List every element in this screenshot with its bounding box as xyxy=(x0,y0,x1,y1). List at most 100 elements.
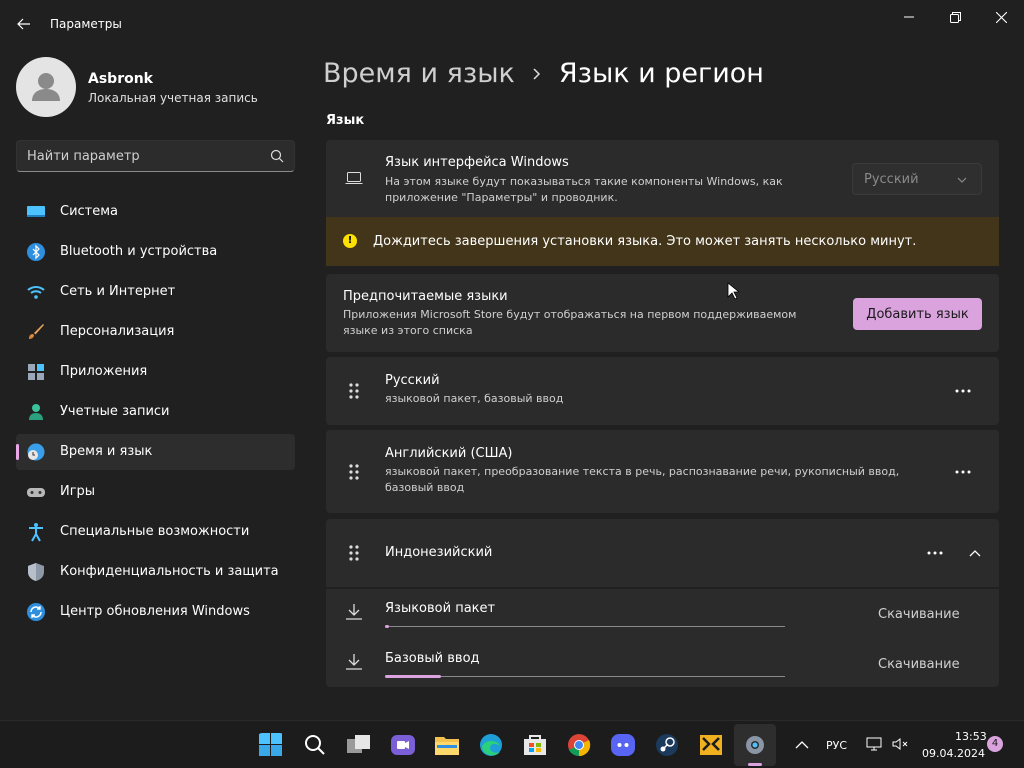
input-language-indicator[interactable]: РУС xyxy=(826,739,847,752)
drag-handle-icon[interactable] xyxy=(348,463,360,481)
download-panel: Языковой пакет Скачивание Базовый ввод С… xyxy=(326,589,999,687)
sidebar-item-gaming[interactable]: Игры xyxy=(16,474,295,510)
more-options-icon[interactable] xyxy=(927,551,943,555)
store-icon[interactable] xyxy=(522,733,548,757)
network-icon[interactable] xyxy=(866,737,882,751)
accessibility-icon xyxy=(29,523,43,542)
sidebar-item-personalization[interactable]: Персонализация xyxy=(16,314,295,350)
search-input[interactable]: Найти параметр xyxy=(16,140,295,172)
language-features: языковой пакет, преобразование текста в … xyxy=(385,465,900,494)
close-icon xyxy=(995,11,1007,23)
apps-icon xyxy=(28,364,44,380)
display-language-card: Язык интерфейса Windows На этом языке бу… xyxy=(326,140,999,217)
preferred-languages-card: Предпочитаемые языки Приложения Microsof… xyxy=(326,274,999,352)
chat-icon[interactable] xyxy=(390,733,416,757)
back-button[interactable] xyxy=(12,12,36,36)
volume-muted-icon[interactable] xyxy=(892,737,908,751)
discord-icon[interactable] xyxy=(610,733,636,757)
drag-handle-icon[interactable] xyxy=(348,544,360,562)
download-icon xyxy=(346,654,362,670)
language-name: Английский (США) xyxy=(385,446,513,461)
chrome-icon[interactable] xyxy=(566,733,592,757)
drag-handle-icon[interactable] xyxy=(348,382,360,400)
minimize-button[interactable] xyxy=(886,6,932,28)
sidebar-item-label: Специальные возможности xyxy=(60,524,250,539)
display-language-dropdown[interactable]: Русский xyxy=(852,163,982,195)
laptop-icon xyxy=(345,172,363,184)
avatar[interactable] xyxy=(16,57,76,117)
chevron-right-icon xyxy=(533,67,540,80)
add-language-button[interactable]: Добавить язык xyxy=(853,298,982,330)
shield-icon xyxy=(28,563,44,581)
person-icon xyxy=(29,404,43,420)
language-features: языковой пакет, базовый ввод xyxy=(385,392,564,405)
sidebar-item-network[interactable]: Сеть и Интернет xyxy=(16,274,295,310)
sidebar-item-label: Приложения xyxy=(60,364,148,379)
sidebar-item-windows-update[interactable]: Центр обновления Windows xyxy=(16,594,295,630)
back-arrow-icon xyxy=(17,18,30,30)
sidebar-nav: Система Bluetooth и устройства Сеть и Ин… xyxy=(16,194,295,634)
sidebar-item-bluetooth[interactable]: Bluetooth и устройства xyxy=(16,234,295,270)
language-item-indonesian[interactable]: Индонезийский xyxy=(326,519,999,587)
user-name: Asbronk xyxy=(88,71,153,87)
display-language-title: Язык интерфейса Windows xyxy=(385,155,569,170)
wifi-icon xyxy=(27,286,45,299)
language-name: Русский xyxy=(385,373,440,388)
app-icon[interactable] xyxy=(698,733,724,757)
sidebar-item-label: Сеть и Интернет xyxy=(60,284,176,299)
search-icon[interactable] xyxy=(302,733,328,757)
minimize-icon xyxy=(904,16,914,18)
sidebar-item-accounts[interactable]: Учетные записи xyxy=(16,394,295,430)
preferred-title: Предпочитаемые языки xyxy=(343,289,508,304)
file-explorer-icon[interactable] xyxy=(434,733,460,757)
bluetooth-icon xyxy=(27,243,45,261)
clock-time[interactable]: 13:53 xyxy=(955,730,987,743)
sidebar-item-accessibility[interactable]: Специальные возможности xyxy=(16,514,295,550)
start-icon[interactable] xyxy=(258,733,284,757)
edge-icon[interactable] xyxy=(478,733,504,757)
sidebar-item-label: Учетные записи xyxy=(60,404,170,419)
steam-icon[interactable] xyxy=(654,733,680,757)
title-bar: Параметры xyxy=(0,0,1024,48)
gamepad-icon xyxy=(27,488,45,497)
download-progress-fill xyxy=(385,625,389,628)
sidebar-item-label: Конфиденциальность и защита xyxy=(60,564,279,579)
chevron-up-icon[interactable] xyxy=(969,549,981,557)
warning-icon: ! xyxy=(343,234,357,248)
language-item-english[interactable]: Английский (США) языковой пакет, преобра… xyxy=(326,430,999,513)
language-item-russian[interactable]: Русский языковой пакет, базовый ввод xyxy=(326,357,999,425)
language-name: Индонезийский xyxy=(385,545,493,560)
download-progress xyxy=(385,675,785,678)
restore-icon xyxy=(949,11,961,23)
sidebar-item-label: Система xyxy=(60,204,119,219)
more-options-icon[interactable] xyxy=(955,470,971,474)
update-icon xyxy=(27,603,45,621)
notification-badge[interactable]: 4 xyxy=(987,736,1003,752)
sidebar-item-time-language[interactable]: Время и язык xyxy=(16,434,295,470)
sidebar-item-label: Bluetooth и устройства xyxy=(60,244,218,259)
settings-icon[interactable] xyxy=(742,733,768,757)
breadcrumb-parent[interactable]: Время и язык xyxy=(323,58,515,89)
warning-infobar: ! Дождитесь завершения установки языка. … xyxy=(326,217,999,266)
download-title: Базовый ввод xyxy=(385,651,480,666)
sidebar-item-label: Персонализация xyxy=(60,324,175,339)
sidebar-item-label: Центр обновления Windows xyxy=(60,604,250,619)
sidebar-item-system[interactable]: Система xyxy=(16,194,295,230)
close-button[interactable] xyxy=(978,6,1024,28)
chevron-up-icon[interactable] xyxy=(795,740,809,750)
more-options-icon[interactable] xyxy=(955,389,971,393)
account-type: Локальная учетная запись xyxy=(88,91,258,105)
task-view-icon[interactable] xyxy=(346,733,372,757)
sidebar-item-privacy[interactable]: Конфиденциальность и защита xyxy=(16,554,295,590)
maximize-button[interactable] xyxy=(932,6,978,28)
display-language-description: На этом языке будут показываться такие к… xyxy=(385,175,783,204)
clock-date[interactable]: 09.04.2024 xyxy=(922,747,985,760)
sidebar-item-apps[interactable]: Приложения xyxy=(16,354,295,390)
download-progress xyxy=(385,625,785,628)
download-status: Скачивание xyxy=(878,657,960,672)
brush-icon xyxy=(29,324,44,339)
system-icon xyxy=(27,206,45,217)
warning-text: Дождитесь завершения установки языка. Эт… xyxy=(373,234,917,249)
search-icon xyxy=(270,149,284,163)
download-title: Языковой пакет xyxy=(385,601,496,616)
